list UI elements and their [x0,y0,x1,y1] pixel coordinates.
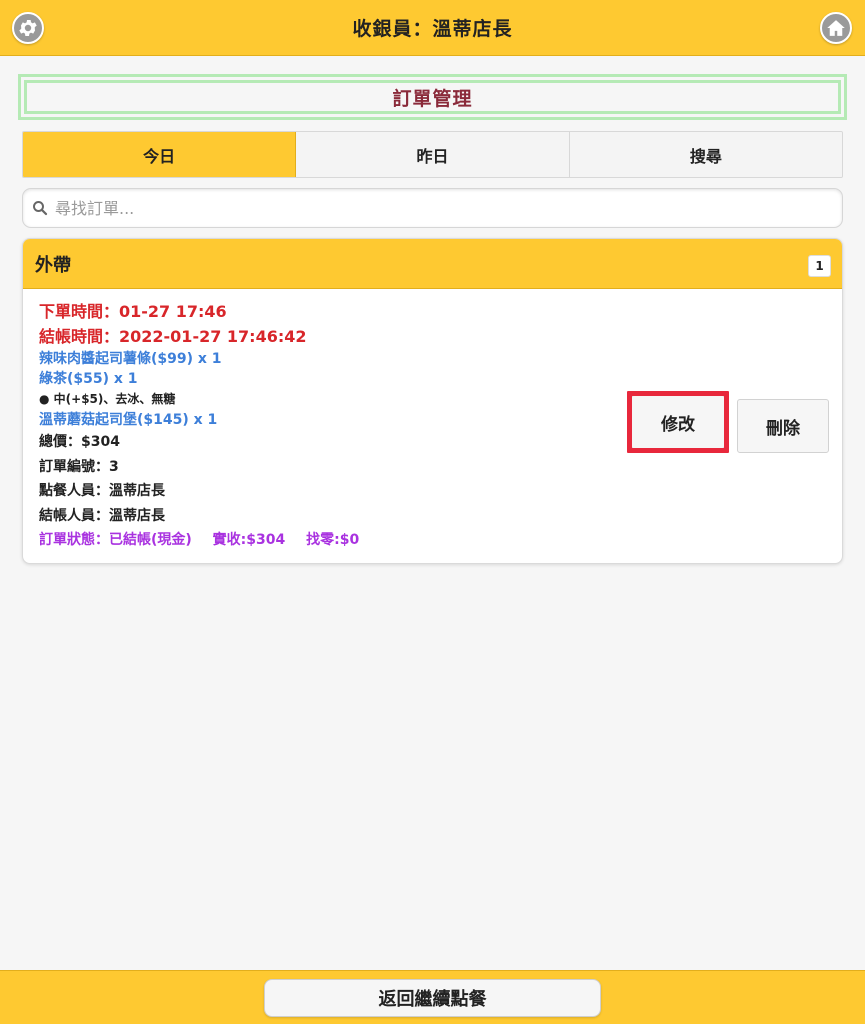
order-time: 下單時間：01-27 17:46 [39,302,227,321]
order-item-options: ● 中(+$5)、去冰、無糖 [39,392,176,406]
order-group-title: 外帶 [35,254,71,276]
page-title-box: 訂單管理 [18,74,847,120]
order-group-header[interactable]: 外帶 1 [23,239,842,289]
home-button[interactable] [820,12,852,44]
order-staff: 點餐人員：溫蒂店長 [39,483,165,500]
change-amount: 找零:$0 [306,532,360,549]
home-icon [827,20,845,36]
order-item: 溫蒂蘑菇起司堡($145) x 1 [39,412,218,428]
order-number: 訂單編號：3 [39,458,119,475]
order-status-line: 訂單狀態：已結帳(現金) 實收:$304 找零:$0 [39,528,629,553]
date-tabs: 今日 昨日 搜尋 [22,131,843,178]
checkout-staff: 結帳人員：溫蒂店長 [39,507,165,524]
tab-yesterday[interactable]: 昨日 [296,132,570,177]
page-title: 訂單管理 [392,87,473,110]
top-bar: 收銀員：溫蒂店長 [0,0,865,56]
search-input[interactable] [55,198,842,218]
amount-received: 實收:$304 [212,532,286,549]
order-item: 綠茶($55) x 1 [39,371,138,387]
edit-order-button[interactable]: 修改 [631,395,725,449]
settings-button[interactable] [12,12,44,44]
cashier-title: 收銀員：溫蒂店長 [352,18,513,40]
order-details: 下單時間：01-27 17:46 結帳時間：2022-01-27 17:46:4… [39,299,629,553]
order-count-badge: 1 [808,255,831,277]
tab-search[interactable]: 搜尋 [569,132,842,177]
search-bar [22,188,843,228]
order-total: 總價：$304 [39,434,120,450]
order-item: 辣味肉醬起司薯條($99) x 1 [39,351,222,367]
delete-order-button[interactable]: 刪除 [737,399,829,453]
back-to-order-button[interactable]: 返回繼續點餐 [264,979,601,1017]
search-icon [33,201,48,216]
tab-today[interactable]: 今日 [23,132,297,177]
order-status: 訂單狀態：已結帳(現金) [39,532,192,549]
checkout-time: 結帳時間：2022-01-27 17:46:42 [39,327,307,346]
gear-icon [19,20,37,36]
order-group-card: 外帶 1 下單時間：01-27 17:46 結帳時間：2022-01-27 17… [22,238,843,564]
bottom-bar: 返回繼續點餐 [0,970,865,1024]
page-title-frame: 訂單管理 [24,80,841,114]
